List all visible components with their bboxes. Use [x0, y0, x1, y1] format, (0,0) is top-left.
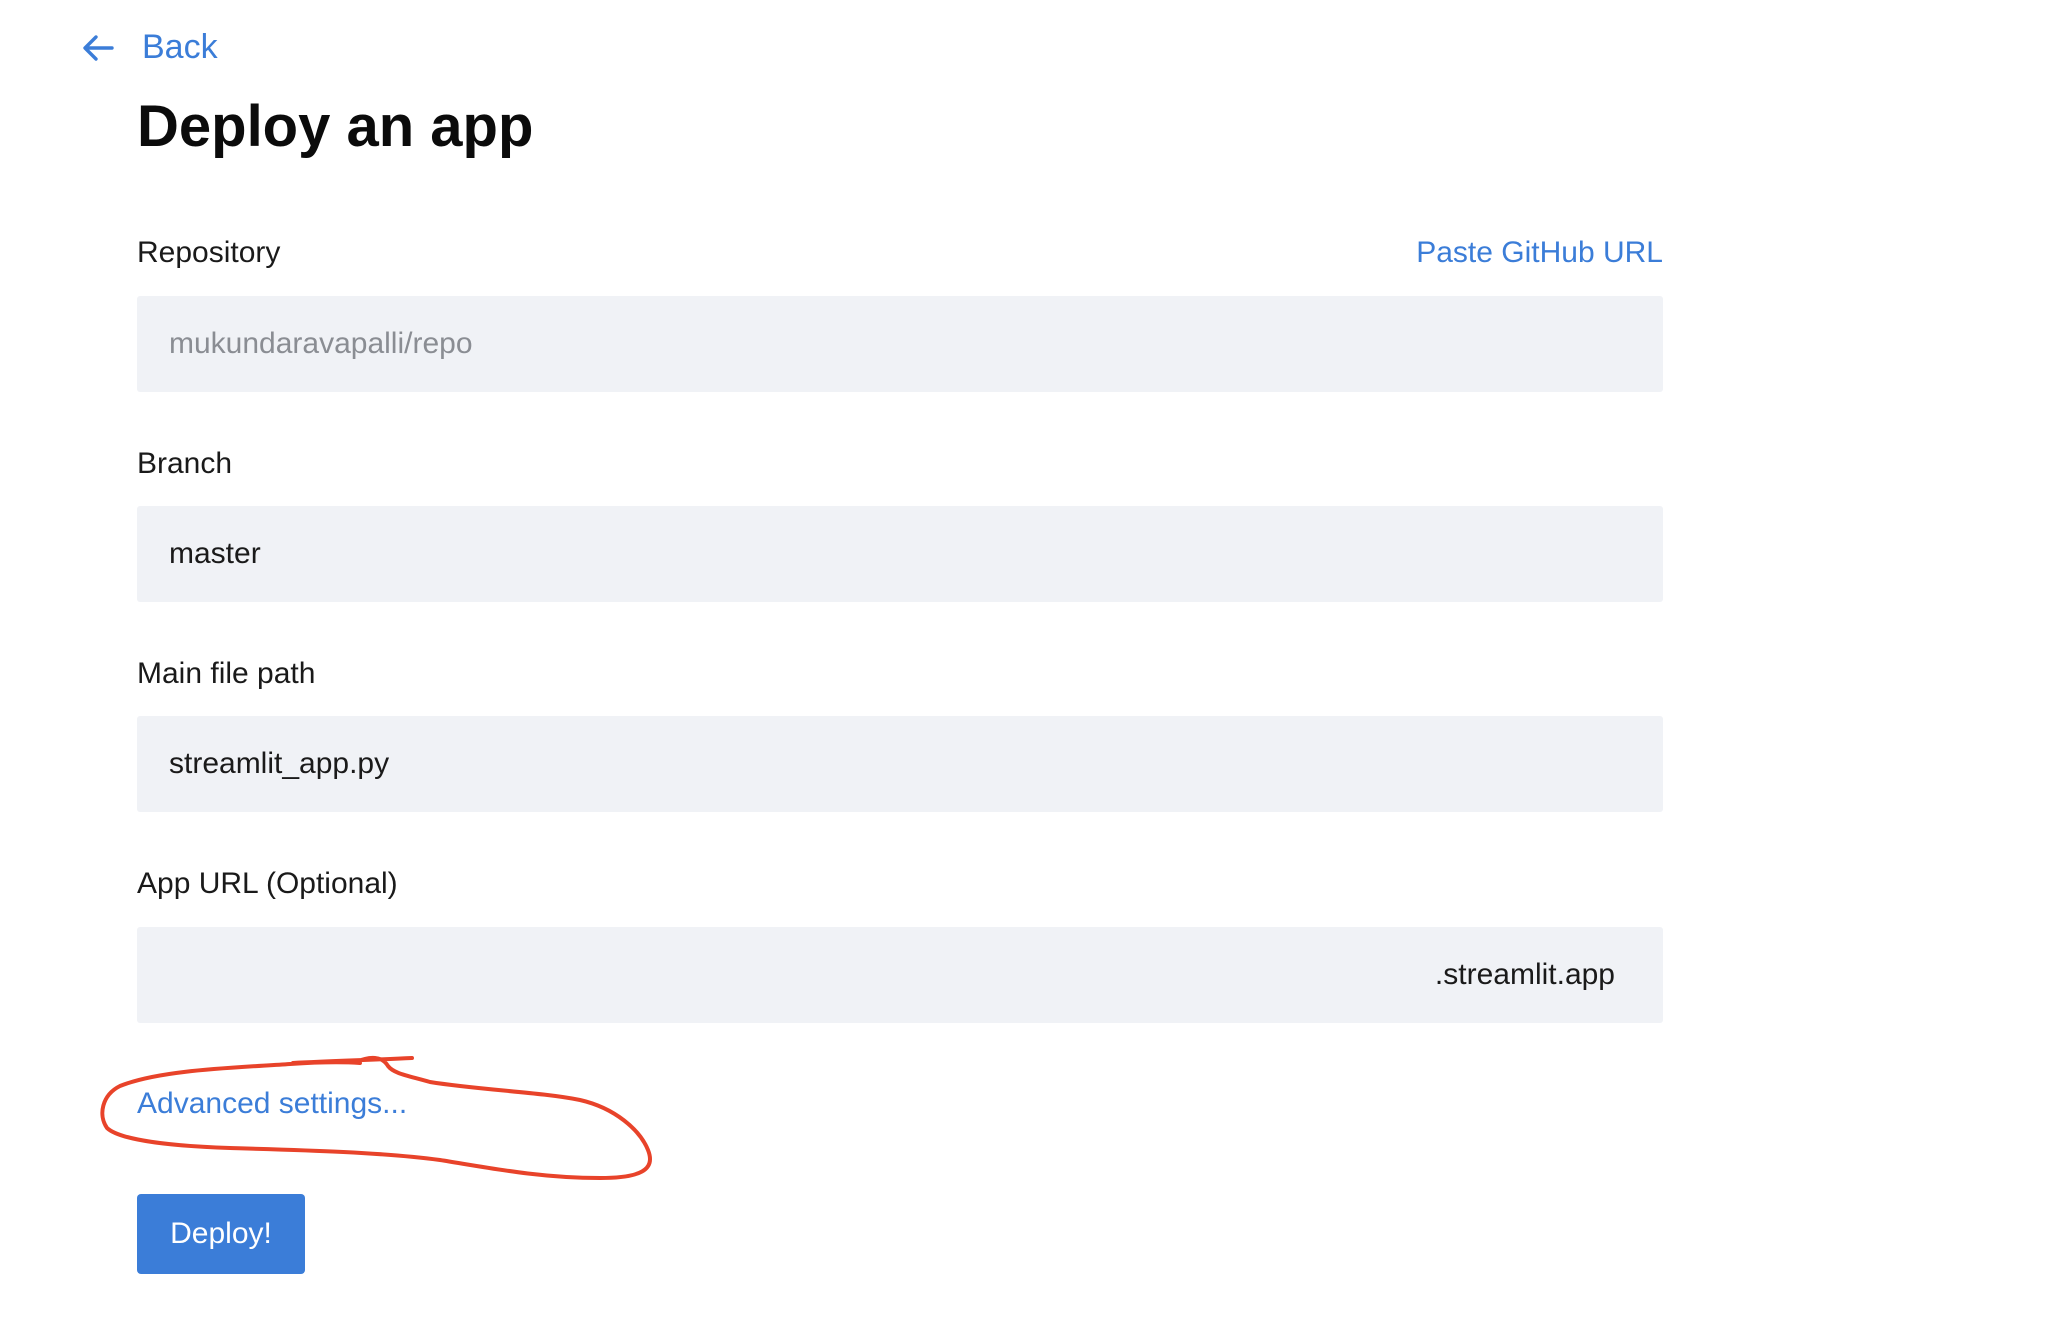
- main-file-path-label: Main file path: [137, 657, 316, 690]
- main-file-path-input[interactable]: streamlit_app.py: [137, 716, 1663, 812]
- paste-github-url-link[interactable]: Paste GitHub URL: [1416, 236, 1663, 270]
- deploy-button[interactable]: Deploy!: [137, 1194, 305, 1274]
- repository-placeholder: mukundaravapalli/repo: [169, 327, 473, 360]
- branch-value: master: [169, 537, 261, 570]
- app-url-input[interactable]: .streamlit.app: [137, 927, 1663, 1023]
- back-link[interactable]: Back: [80, 28, 218, 67]
- page-title: Deploy an app: [137, 94, 534, 159]
- repository-label: Repository: [137, 236, 281, 269]
- back-label: Back: [142, 28, 218, 66]
- advanced-settings-link[interactable]: Advanced settings...: [137, 1087, 407, 1121]
- branch-input[interactable]: master: [137, 506, 1663, 602]
- main-file-path-value: streamlit_app.py: [169, 747, 390, 780]
- arrow-left-icon: [83, 34, 114, 61]
- app-url-suffix: .streamlit.app: [1434, 958, 1615, 991]
- repository-input[interactable]: mukundaravapalli/repo: [137, 296, 1663, 392]
- branch-label: Branch: [137, 447, 233, 480]
- app-url-label: App URL (Optional): [137, 867, 398, 900]
